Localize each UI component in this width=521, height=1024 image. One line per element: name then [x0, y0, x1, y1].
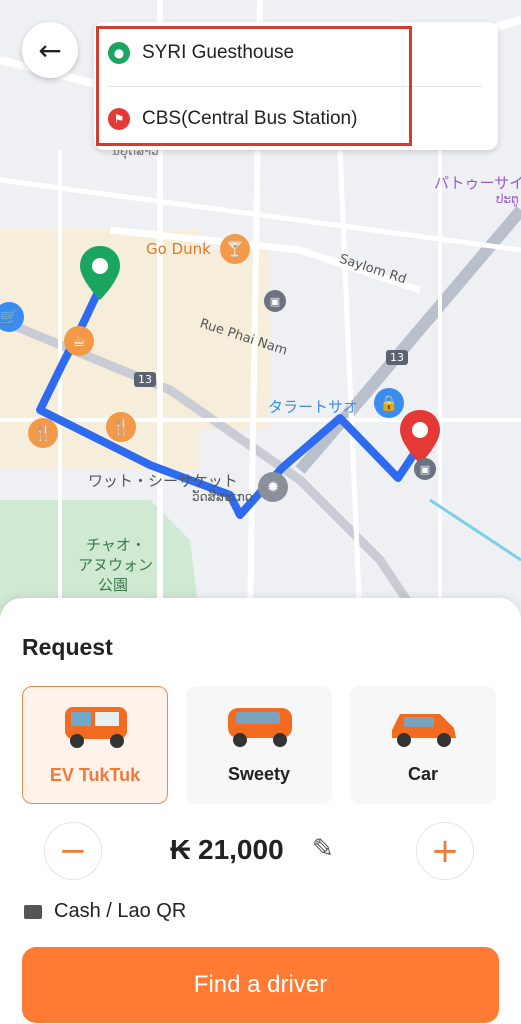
wallet-icon [24, 904, 42, 919]
map-label-patuxai: パトゥーサイ [434, 174, 521, 192]
sweety-van-icon [228, 708, 292, 747]
vehicle-option-sweety[interactable]: Sweety [186, 686, 332, 804]
map-label-wat-sisaket-lao: ວັດສີສະເກດ [192, 490, 253, 504]
increase-price-button[interactable]: + [416, 822, 474, 880]
payment-label: Cash / Lao QR [54, 900, 187, 922]
decrease-price-button[interactable]: − [44, 822, 102, 880]
vehicle-label-sweety: Sweety [227, 764, 291, 784]
coffee-poi-icon[interactable]: ☕ [64, 326, 94, 356]
plus-icon: + [430, 831, 460, 871]
map-label-go-dunk: Go Dunk [146, 240, 211, 258]
temple-poi-icon[interactable]: ✹ [258, 472, 288, 502]
vehicle-label-ev-tuktuk: EV TukTuk [49, 765, 141, 785]
fare-price: ₭ 21,000 [170, 834, 284, 865]
road-shield-13-2: 13 [386, 350, 408, 365]
vehicle-option-car[interactable]: Car [350, 686, 496, 804]
tuktuk-icon [65, 707, 127, 748]
map-label-wat-sisaket: ワット・シーサケット [88, 472, 238, 490]
road-shield-13: 13 [134, 372, 156, 387]
map-label-chao-anouvong-3: 公園 [98, 576, 129, 594]
car-icon [392, 714, 456, 747]
map-label-chao-anouvong-1: チャオ・ [86, 536, 146, 554]
cafe-poi-icon[interactable]: 🍸 [220, 234, 250, 264]
sheet-title: Request [22, 634, 113, 660]
arrow-left-icon: ← [38, 33, 62, 67]
map-label-chao-anouvong-2: アヌウォン [78, 556, 154, 574]
payment-method[interactable]: Cash / Lao QR [24, 900, 186, 923]
request-sheet: Request EV TukTuk Sweety Car − ₭ 21,000 … [0, 598, 521, 1024]
find-driver-button[interactable]: Find a driver [22, 947, 499, 1023]
pencil-icon[interactable]: ✎ [312, 834, 334, 864]
bus-stop-icon-2[interactable]: ▣ [414, 458, 436, 480]
vehicle-option-ev-tuktuk[interactable]: EV TukTuk [22, 686, 168, 804]
bus-stop-icon[interactable]: ▣ [264, 290, 286, 312]
restaurant-poi-icon[interactable]: 🍴 [28, 418, 58, 448]
map-label-patuxai-lao: ປະຕູ [496, 192, 519, 206]
restaurant-poi-icon-2[interactable]: 🍴 [106, 412, 136, 442]
back-button[interactable]: ← [22, 22, 78, 78]
minus-icon: − [58, 831, 88, 871]
origin-pin-icon [80, 246, 120, 300]
route-highlight-box [96, 26, 412, 146]
map-label-talat-sao: タラートサオ [268, 398, 359, 416]
vehicle-label-car: Car [407, 764, 438, 784]
market-poi-icon[interactable]: 🔒 [374, 388, 404, 418]
